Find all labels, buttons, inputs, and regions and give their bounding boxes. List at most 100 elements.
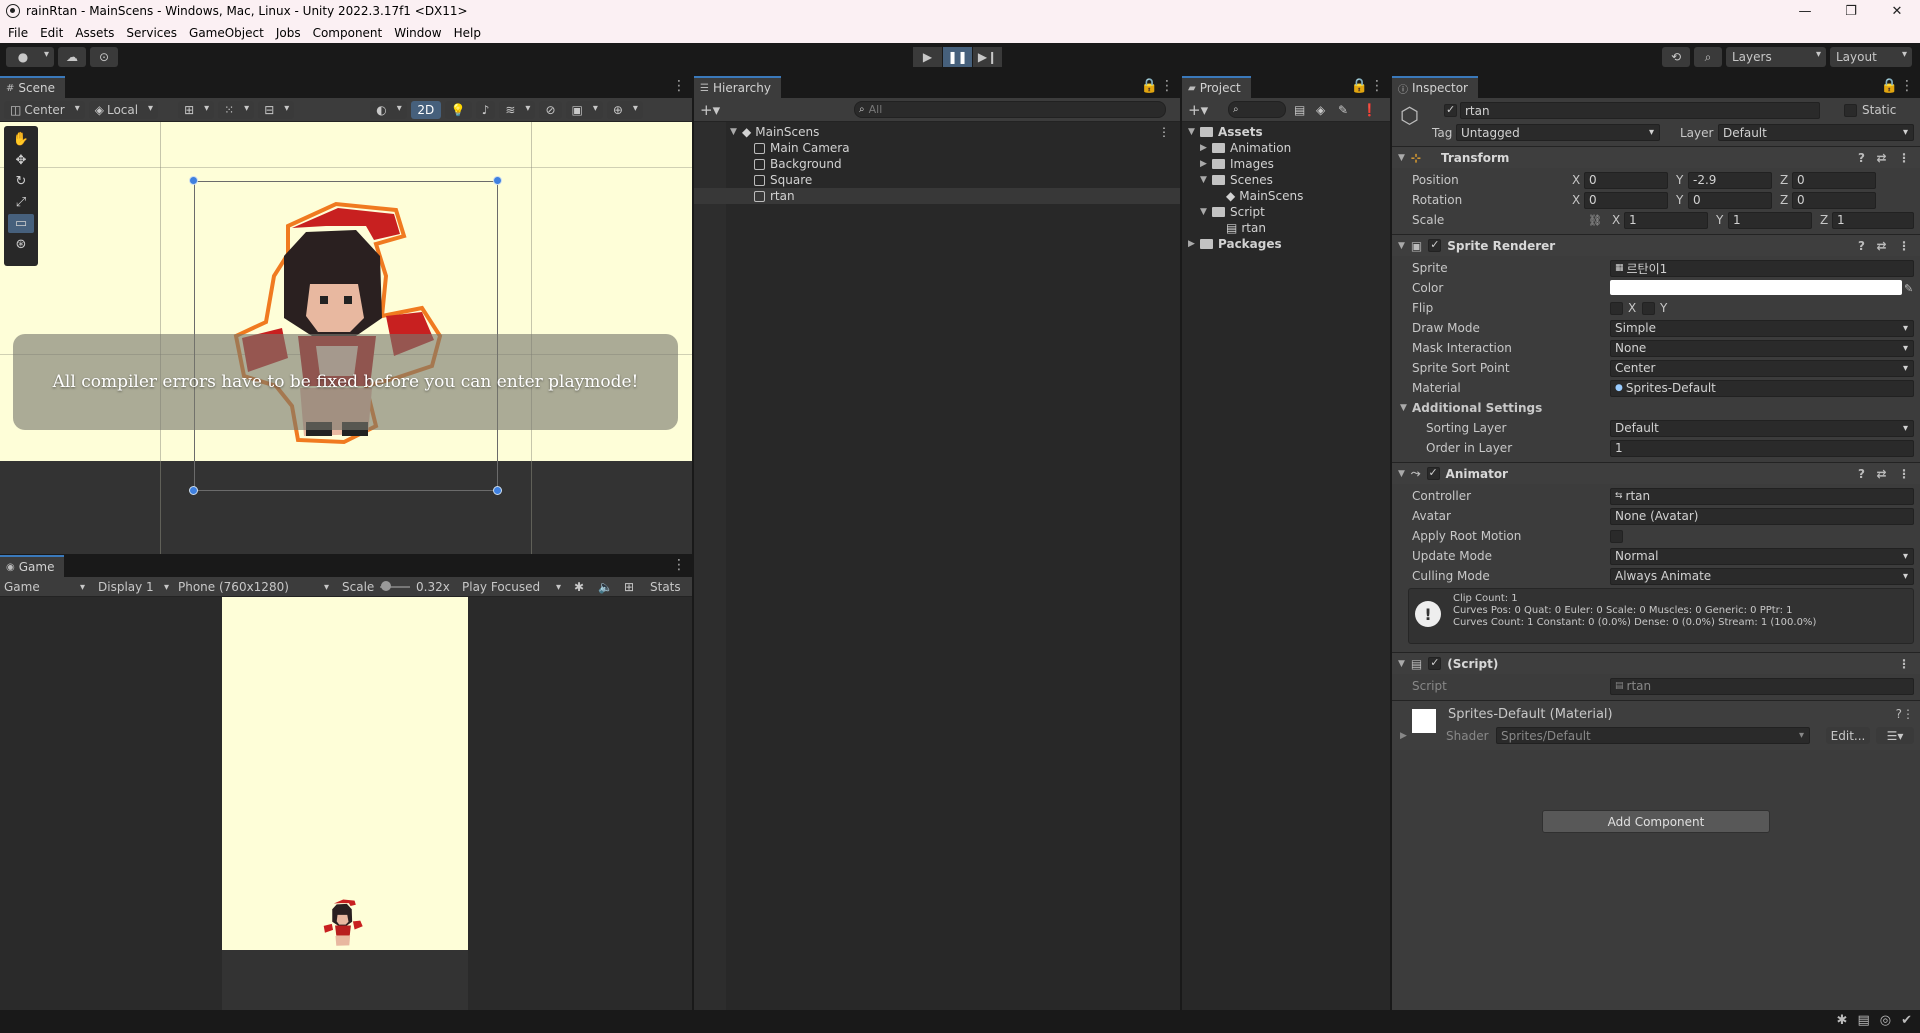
grid-snap-button[interactable]: ⊞ — [178, 100, 215, 119]
sprite-renderer-enabled-checkbox[interactable] — [1428, 238, 1442, 252]
layers-dropdown[interactable]: Layers — [1726, 47, 1826, 67]
rect-handle[interactable] — [493, 486, 502, 495]
controller-field[interactable]: ⇆ rtan — [1610, 487, 1914, 505]
sprite-renderer-header[interactable]: ▼ ▣ Sprite Renderer ? ⇄ ⋮ — [1392, 234, 1920, 256]
cache-icon[interactable]: ▤ — [1857, 1013, 1869, 1028]
debug-icon[interactable]: ✱ — [1837, 1013, 1848, 1028]
project-create-button[interactable]: +▾ — [1188, 101, 1208, 119]
check-icon[interactable]: ✔ — [1901, 1013, 1912, 1028]
scale-y-field[interactable]: 1 — [1728, 211, 1812, 229]
script-header[interactable]: ▼ ▤ (Script) ⋮ — [1392, 652, 1920, 674]
help-icon[interactable]: ? — [1858, 239, 1865, 253]
fold-arrow-icon[interactable]: ▼ — [1398, 241, 1405, 251]
fold-arrow-icon[interactable]: ▶ — [1400, 731, 1407, 741]
preset-icon[interactable]: ⇄ — [1876, 467, 1886, 481]
audio-button[interactable]: ♪ — [475, 100, 496, 119]
mode-2d-button[interactable]: 2D — [410, 100, 441, 119]
scale-tool-icon[interactable]: ⤢ — [8, 193, 34, 212]
rect-handle[interactable] — [189, 486, 198, 495]
progress-icon[interactable]: ◎ — [1880, 1013, 1891, 1028]
search-button[interactable]: ⌕ — [1694, 47, 1722, 67]
sorting-layer-dropdown[interactable]: Default — [1610, 419, 1914, 437]
speaker-icon[interactable]: 🔈 — [598, 580, 613, 594]
material-field[interactable]: ● Sprites-Default — [1610, 379, 1914, 397]
hierarchy-lock-icon[interactable]: 🔒 — [1141, 78, 1158, 94]
tab-project[interactable]: ▰ Project — [1182, 76, 1251, 98]
help-icon[interactable]: ? — [1858, 151, 1865, 165]
rect-handle[interactable] — [189, 176, 198, 185]
script-enabled-checkbox[interactable] — [1428, 656, 1442, 670]
project-folder-script[interactable]: ▼ Script — [1200, 204, 1265, 220]
rotate-tool-icon[interactable]: ↻ — [8, 172, 34, 191]
shader-dropdown[interactable]: Sprites/Default — [1496, 727, 1810, 744]
grid-visibility-button[interactable]: ⁙ — [218, 100, 255, 119]
fold-arrow-icon[interactable]: ▼ — [1398, 469, 1405, 479]
menu-component[interactable]: Component — [307, 26, 389, 40]
scale-x-field[interactable]: 1 — [1624, 211, 1708, 229]
tab-hierarchy[interactable]: ☰ Hierarchy — [694, 76, 781, 98]
project-lock-icon[interactable]: 🔒 — [1351, 78, 1368, 94]
hierarchy-menu-icon[interactable]: ⋮ — [1160, 78, 1174, 94]
step-button[interactable]: ▶❙ — [973, 47, 1002, 67]
account-button[interactable]: ● — [6, 47, 54, 67]
minimize-button[interactable]: — — [1782, 4, 1828, 19]
flip-x-checkbox[interactable] — [1610, 301, 1623, 315]
component-menu-icon[interactable]: ⋮ — [1898, 239, 1910, 253]
avatar-field[interactable]: None (Avatar) — [1610, 507, 1914, 525]
space-dropdown[interactable]: ◈ Local — [88, 100, 159, 119]
component-menu-icon[interactable]: ⋮ — [1898, 657, 1910, 671]
scale-slider-thumb[interactable] — [381, 581, 391, 591]
scene-menu-icon[interactable]: ⋮ — [672, 78, 686, 94]
search-by-type-icon[interactable]: ▤ — [1294, 103, 1305, 117]
position-y-field[interactable]: -2.9 — [1688, 171, 1772, 189]
create-button[interactable]: +▾ — [700, 101, 720, 119]
component-menu-icon[interactable]: ⋮ — [1898, 467, 1910, 481]
draw-mode-dropdown[interactable]: Simple — [1610, 319, 1914, 337]
project-folder-animation[interactable]: ▶ Animation — [1200, 140, 1291, 156]
rect-handle[interactable] — [493, 176, 502, 185]
animator-enabled-checkbox[interactable] — [1426, 466, 1440, 480]
sprite-field[interactable]: ▦ 르탄이1 — [1610, 259, 1914, 277]
scale-z-field[interactable]: 1 — [1832, 211, 1914, 229]
rotation-y-field[interactable]: 0 — [1688, 191, 1772, 209]
help-icon[interactable]: ? — [1858, 467, 1865, 481]
fold-arrow-icon[interactable]: ▼ — [1398, 659, 1405, 669]
draw-mode-button[interactable]: ◐ — [370, 100, 407, 119]
menu-help[interactable]: Help — [448, 26, 487, 40]
preset-icon[interactable]: ⇄ — [1876, 151, 1886, 165]
game-view-select[interactable]: Game — [4, 580, 90, 594]
transform-header[interactable]: ▼ ⊹ Transform ? ⇄ ⋮ — [1392, 146, 1920, 168]
pivot-dropdown[interactable]: ◫ Center — [4, 100, 85, 119]
collapse-arrow-icon[interactable]: ▶ — [1188, 239, 1198, 249]
mask-interaction-dropdown[interactable]: None — [1610, 339, 1914, 357]
project-assets-row[interactable]: ▼ Assets — [1188, 124, 1263, 140]
tag-dropdown[interactable]: Untagged — [1456, 124, 1660, 141]
stats-button[interactable]: Stats — [650, 580, 681, 594]
layer-dropdown[interactable]: Default — [1718, 124, 1914, 141]
active-checkbox[interactable] — [1444, 103, 1457, 117]
sort-point-dropdown[interactable]: Center — [1610, 359, 1914, 377]
maximize-button[interactable]: ❐ — [1828, 4, 1874, 19]
resolution-select[interactable]: Phone (760x1280) — [178, 580, 334, 594]
link-icon[interactable]: ⛓ — [1588, 214, 1602, 227]
play-mode-select[interactable]: Play Focused — [462, 580, 566, 594]
rotation-x-field[interactable]: 0 — [1584, 191, 1668, 209]
preset-icon[interactable]: ⇄ — [1876, 239, 1886, 253]
search-by-label-icon[interactable]: ◈ — [1316, 103, 1325, 117]
lighting-button[interactable]: 💡 — [444, 100, 472, 119]
component-menu-icon[interactable]: ⋮ — [1902, 707, 1914, 721]
hierarchy-search-input[interactable]: ⌕ All — [854, 101, 1166, 118]
fold-arrow-icon[interactable]: ▼ — [1400, 403, 1407, 413]
display-select[interactable]: Display 1 — [98, 580, 174, 594]
transform-tool-icon[interactable]: ⊛ — [8, 235, 34, 254]
inspector-menu-icon[interactable]: ⋮ — [1900, 78, 1914, 94]
collab-button[interactable]: ⊙ — [90, 47, 118, 67]
history-button[interactable]: ⟲ — [1662, 47, 1690, 67]
project-search-input[interactable]: ⌕ — [1228, 101, 1286, 118]
rect-tool-icon[interactable]: ▭ — [8, 214, 34, 233]
menu-services[interactable]: Services — [120, 26, 183, 40]
tab-inspector[interactable]: ⓘ Inspector — [1392, 76, 1478, 98]
visibility-button[interactable]: ⊘ — [539, 100, 562, 119]
menu-edit[interactable]: Edit — [34, 26, 69, 40]
fold-arrow-icon[interactable]: ▼ — [1398, 153, 1405, 163]
